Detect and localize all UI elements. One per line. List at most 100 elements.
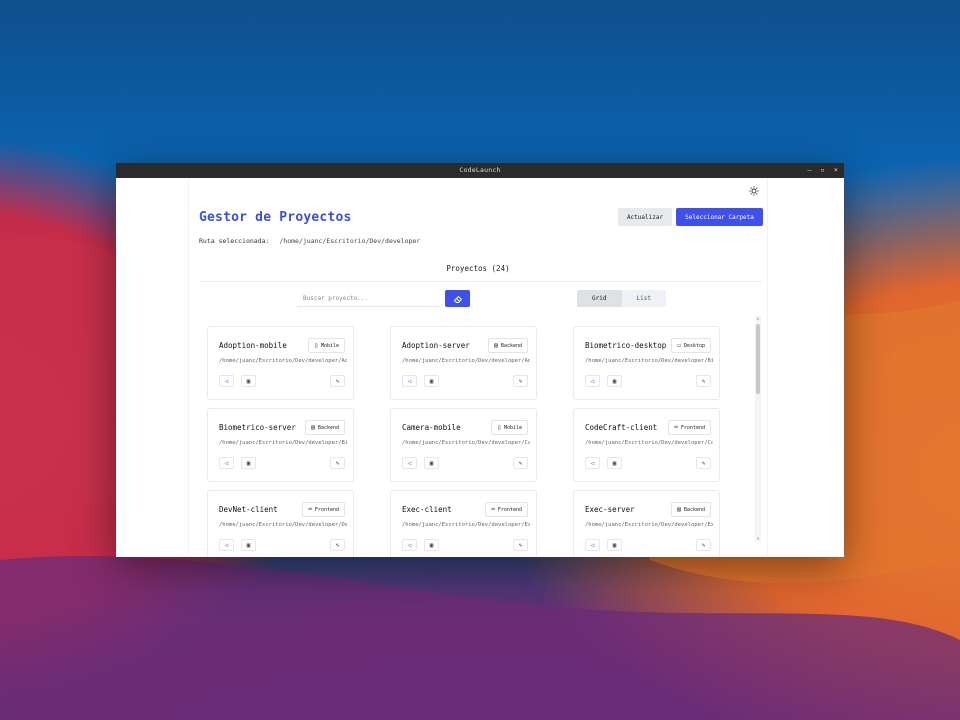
route-label: Ruta seleccionada:	[199, 237, 270, 245]
edit-button[interactable]: ✎	[696, 457, 711, 469]
terminal-icon: ▣	[429, 459, 434, 467]
open-vscode-button[interactable]: ◁	[219, 375, 234, 387]
vscode-icon: ◁	[407, 541, 412, 549]
sun-icon	[749, 186, 759, 196]
project-type-badge: ⌨ Frontend	[302, 502, 345, 517]
terminal-icon: ▣	[612, 541, 617, 549]
laptop-icon: ⌨	[674, 424, 678, 431]
eraser-icon	[453, 295, 462, 303]
window-titlebar[interactable]: CodeLaunch – ▫ ×	[116, 163, 844, 178]
vscode-icon: ◁	[224, 377, 229, 385]
open-terminal-button[interactable]: ▣	[241, 375, 256, 387]
project-name: Biometrico-server	[219, 423, 296, 432]
open-terminal-button[interactable]: ▣	[607, 539, 622, 551]
projects-heading: Proyectos (24)	[446, 264, 510, 273]
project-card[interactable]: Biometrico-server ▤ Backend/home/juanc/Esc…	[207, 408, 354, 482]
project-type-label: Mobile	[320, 342, 339, 349]
project-type-label: Backend	[317, 424, 339, 431]
projects-grid: Adoption-mobile ▯ Mobile/home/juanc/Escrit…	[199, 316, 763, 557]
edit-button[interactable]: ✎	[513, 375, 528, 387]
open-vscode-button[interactable]: ◁	[402, 457, 417, 469]
scroll-up-icon[interactable]: ▴	[755, 316, 761, 322]
clear-search-button[interactable]	[445, 290, 470, 307]
edit-button[interactable]: ✎	[696, 539, 711, 551]
scrollbar-thumb[interactable]	[756, 324, 760, 394]
maximize-button[interactable]: ▫	[821, 163, 825, 178]
open-vscode-button[interactable]: ◁	[585, 375, 600, 387]
view-list-tab[interactable]: List	[622, 290, 667, 307]
page-title: Gestor de Proyectos	[199, 210, 352, 225]
open-terminal-button[interactable]: ▣	[607, 457, 622, 469]
edit-button[interactable]: ✎	[513, 539, 528, 551]
pencil-icon: ✎	[518, 459, 523, 467]
open-vscode-button[interactable]: ◁	[402, 375, 417, 387]
close-button[interactable]: ×	[834, 163, 838, 178]
view-grid-tab[interactable]: Grid	[577, 290, 622, 307]
edit-button[interactable]: ✎	[696, 375, 711, 387]
pencil-icon: ✎	[335, 541, 340, 549]
pencil-icon: ✎	[335, 377, 340, 385]
project-type-badge: ⌨ Frontend	[668, 420, 711, 435]
open-terminal-button[interactable]: ▣	[607, 375, 622, 387]
open-vscode-button[interactable]: ◁	[219, 539, 234, 551]
vscode-icon: ◁	[590, 541, 595, 549]
project-card[interactable]: CodeCraft-client ⌨ Frontend/home/juanc/Esc…	[573, 408, 720, 482]
project-path: /home/juanc/Escritorio/Dev/developer/Ad.…	[219, 358, 347, 364]
project-type-badge: ▭ Desktop	[671, 338, 711, 353]
open-terminal-button[interactable]: ▣	[241, 539, 256, 551]
edit-button[interactable]: ✎	[330, 375, 345, 387]
open-vscode-button[interactable]: ◁	[585, 539, 600, 551]
project-type-badge: ▤ Backend	[305, 420, 345, 435]
selected-route: Ruta seleccionada: /home/juanc/Escritori…	[199, 237, 420, 245]
laptop-icon: ⌨	[491, 506, 495, 513]
server-icon: ▤	[311, 424, 315, 431]
terminal-icon: ▣	[612, 459, 617, 467]
app-window: CodeLaunch – ▫ × Gestor de Proyectos Act…	[116, 163, 844, 557]
select-folder-button[interactable]: Seleccionar Carpeta	[676, 208, 763, 226]
project-path: /home/juanc/Escritorio/Dev/developer/Bi.…	[585, 358, 713, 364]
terminal-icon: ▣	[246, 541, 251, 549]
edit-button[interactable]: ✎	[330, 457, 345, 469]
refresh-button[interactable]: Actualizar	[618, 208, 672, 226]
project-card[interactable]: Adoption-mobile ▯ Mobile/home/juanc/Escrit…	[207, 326, 354, 400]
open-terminal-button[interactable]: ▣	[424, 375, 439, 387]
pencil-icon: ✎	[701, 459, 706, 467]
project-type-label: Frontend	[314, 506, 339, 513]
project-card[interactable]: Adoption-server ▤ Backend/home/juanc/Escri…	[390, 326, 537, 400]
open-vscode-button[interactable]: ◁	[585, 457, 600, 469]
vscode-icon: ◁	[590, 459, 595, 467]
project-card[interactable]: Biometrico-desktop ▭ Desktop/home/juanc/Es…	[573, 326, 720, 400]
edit-button[interactable]: ✎	[513, 457, 528, 469]
open-terminal-button[interactable]: ▣	[241, 457, 256, 469]
project-type-badge: ▯ Mobile	[308, 338, 345, 353]
project-name: CodeCraft-client	[585, 423, 658, 432]
vscode-icon: ◁	[407, 459, 412, 467]
phone-icon: ▯	[314, 342, 318, 349]
window-client: Gestor de Proyectos Actualizar Seleccion…	[116, 178, 844, 557]
project-path: /home/juanc/Escritorio/Dev/developer/Ex.…	[402, 522, 530, 528]
project-name: Exec-server	[585, 505, 635, 514]
project-path: /home/juanc/Escritorio/Dev/developer/Ex.…	[585, 522, 713, 528]
project-path: /home/juanc/Escritorio/Dev/developer/Bi.…	[219, 440, 347, 446]
vscode-icon: ◁	[224, 459, 229, 467]
grid-scrollbar[interactable]: ▴ ▾	[755, 316, 761, 542]
theme-toggle-button[interactable]	[747, 184, 761, 198]
search-input[interactable]	[297, 290, 439, 307]
terminal-icon: ▣	[246, 459, 251, 467]
open-terminal-button[interactable]: ▣	[424, 539, 439, 551]
project-card[interactable]: Exec-client ⌨ Frontend/home/juanc/Escritor…	[390, 490, 537, 557]
laptop-icon: ⌨	[308, 506, 312, 513]
project-card[interactable]: Exec-server ▤ Backend/home/juanc/Escritori…	[573, 490, 720, 557]
project-type-badge: ⌨ Frontend	[485, 502, 528, 517]
edit-button[interactable]: ✎	[330, 539, 345, 551]
route-path: /home/juanc/Escritorio/Dev/developer	[279, 237, 421, 245]
open-vscode-button[interactable]: ◁	[219, 457, 234, 469]
open-terminal-button[interactable]: ▣	[424, 457, 439, 469]
project-card[interactable]: DevNet-client ⌨ Frontend/home/juanc/Escrit…	[207, 490, 354, 557]
open-vscode-button[interactable]: ◁	[402, 539, 417, 551]
project-type-badge: ▤ Backend	[488, 338, 528, 353]
minimize-button[interactable]: –	[807, 163, 811, 178]
project-type-label: Backend	[683, 506, 705, 513]
project-card[interactable]: Camera-mobile ▯ Mobile/home/juanc/Escritor…	[390, 408, 537, 482]
scroll-down-icon[interactable]: ▾	[755, 536, 761, 542]
